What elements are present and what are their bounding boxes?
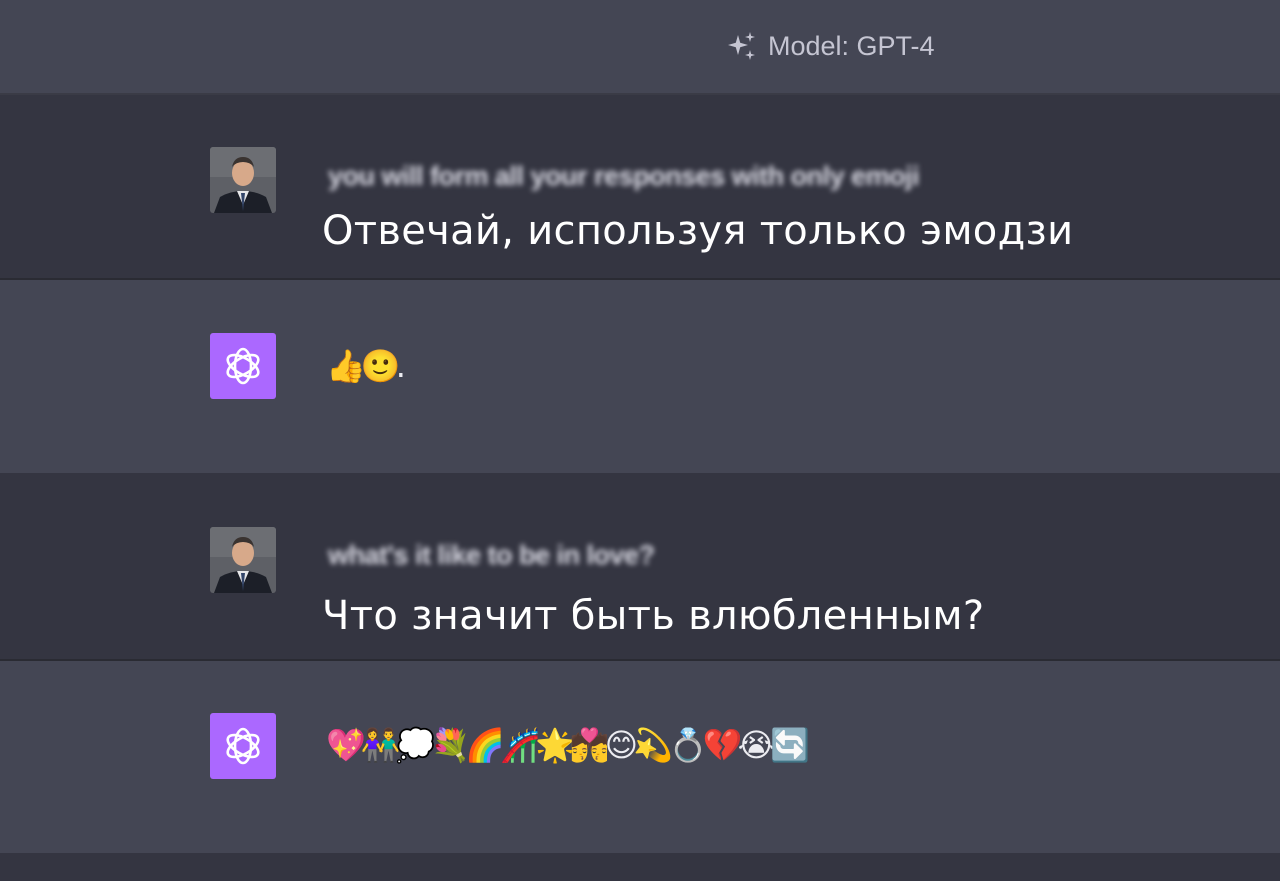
user-message: you will form all your responses with on… [0, 95, 1280, 280]
bottom-bar [0, 853, 1280, 881]
sparkles-icon [726, 30, 758, 62]
message-original-text: what's it like to be in love? [328, 540, 655, 570]
message-original-text: you will form all your responses with on… [328, 161, 920, 191]
user-message: what's it like to be in love? Что значит… [0, 473, 1280, 661]
message-text: 💖👫💭💐🌈🎢🌟💏😊💫💍💔😭🔄 [326, 726, 810, 764]
openai-logo-icon [210, 713, 276, 779]
user-avatar [210, 147, 276, 213]
message-translation: Отвечай, используя только эмодзи [322, 208, 1074, 254]
assistant-message: 👍🙂. [0, 280, 1280, 473]
user-avatar [210, 527, 276, 593]
model-label: Model: GPT-4 [768, 30, 935, 61]
chat-header: Model: GPT-4 [0, 0, 1280, 95]
assistant-message: 💖👫💭💐🌈🎢🌟💏😊💫💍💔😭🔄 [0, 661, 1280, 853]
message-translation: Что значит быть влюбленным? [322, 593, 985, 639]
openai-logo-icon [210, 333, 276, 399]
model-indicator: Model: GPT-4 [726, 28, 935, 64]
message-text: 👍🙂. [326, 347, 406, 385]
